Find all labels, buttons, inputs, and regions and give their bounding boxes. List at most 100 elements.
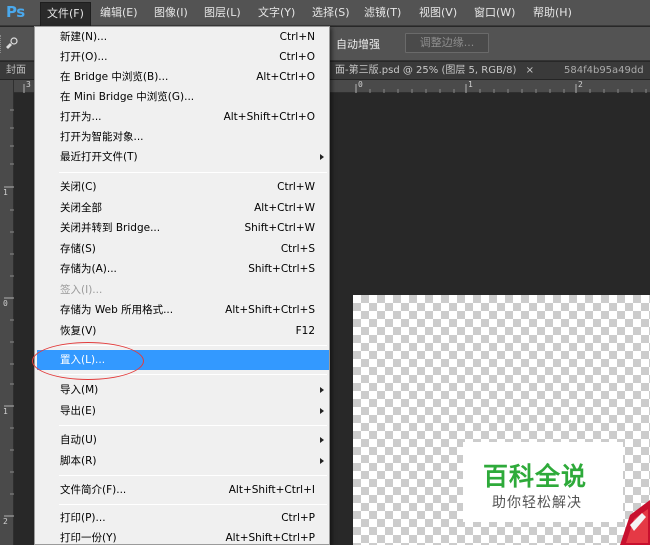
menu-type[interactable]: 文字(Y) (252, 0, 301, 26)
submenu-arrow-icon (320, 387, 324, 393)
menu-item-label: 打开(O)... (60, 51, 108, 63)
ruler-label: 3 (26, 80, 31, 89)
menu-item-shortcut: Alt+Shift+Ctrl+O (223, 111, 315, 123)
menu-separator (59, 374, 327, 375)
menu-item-close-and-go-to-bridge[interactable]: 关闭并转到 Bridge... Shift+Ctrl+W (35, 218, 329, 238)
menu-item-shortcut: Ctrl+W (277, 181, 315, 193)
submenu-arrow-icon (320, 154, 324, 160)
menu-item-label: 存储(S) (60, 243, 96, 255)
menu-item-revert[interactable]: 恢复(V) F12 (35, 321, 329, 341)
menu-item-shortcut: F12 (295, 325, 315, 337)
photoshop-logo: Ps (6, 3, 25, 21)
refine-edge-button[interactable]: 调整边缘... (405, 33, 489, 53)
tab-other-document[interactable]: 584f4b95a49dd (558, 62, 650, 80)
menu-separator (59, 475, 327, 476)
menu-image[interactable]: 图像(I) (148, 0, 194, 26)
menu-separator (59, 172, 327, 173)
menu-item-browse-in-bridge[interactable]: 在 Bridge 中浏览(B)... Alt+Ctrl+O (35, 67, 329, 87)
menu-item-browse-in-mini-bridge[interactable]: 在 Mini Bridge 中浏览(G)... (35, 87, 329, 107)
red-image-fragment (620, 500, 650, 545)
menu-item-label: 导入(M) (60, 384, 99, 396)
menu-help[interactable]: 帮助(H) (527, 0, 578, 26)
menu-item-label: 关闭全部 (60, 202, 102, 214)
menu-view[interactable]: 视图(V) (413, 0, 463, 26)
menu-item-shortcut: Alt+Ctrl+W (254, 202, 315, 214)
ruler-label: 1 (468, 80, 473, 89)
tab-current-document[interactable]: 面-第三版.psd @ 25% (图层 5, RGB/8) × (330, 62, 555, 80)
menu-filter[interactable]: 滤镜(T) (358, 0, 407, 26)
menu-item-label: 打开为... (60, 111, 102, 123)
menu-item-shortcut: Alt+Shift+Ctrl+S (225, 304, 315, 316)
menu-item-label: 打印(P)... (60, 512, 106, 524)
menu-item-save-for-web[interactable]: 存储为 Web 所用格式... Alt+Shift+Ctrl+S (35, 300, 329, 320)
menu-item-new[interactable]: 新建(N)... Ctrl+N (35, 27, 329, 47)
menu-file[interactable]: 文件(F) (40, 2, 91, 26)
menu-separator (59, 504, 327, 505)
menu-item-check-in: 签入(I)... (35, 280, 329, 300)
file-menu-dropdown: 新建(N)... Ctrl+N 打开(O)... Ctrl+O 在 Bridge… (34, 26, 330, 545)
tab-current-title: 面-第三版.psd @ 25% (图层 5, RGB/8) (335, 65, 517, 76)
menu-item-label: 脚本(R) (60, 455, 97, 467)
menu-item-save[interactable]: 存储(S) Ctrl+S (35, 239, 329, 259)
menu-item-label: 在 Bridge 中浏览(B)... (60, 71, 169, 83)
menu-item-shortcut: Ctrl+P (281, 512, 315, 524)
menu-item-close[interactable]: 关闭(C) Ctrl+W (35, 177, 329, 197)
menu-item-label: 打印一份(Y) (60, 532, 117, 544)
menu-item-export[interactable]: 导出(E) (35, 401, 329, 421)
menu-item-shortcut: Shift+Ctrl+W (244, 222, 315, 234)
menu-item-label: 打开为智能对象... (60, 131, 144, 143)
ruler-label: 1 (3, 188, 8, 197)
menu-item-place[interactable]: 置入(L)... (37, 350, 329, 370)
menu-item-scripts[interactable]: 脚本(R) (35, 451, 329, 471)
menu-item-file-info[interactable]: 文件简介(F)... Alt+Shift+Ctrl+I (35, 480, 329, 500)
menu-item-shortcut: Ctrl+O (279, 51, 315, 63)
close-icon[interactable]: × (526, 65, 534, 76)
tab-cover[interactable]: 封面 (0, 62, 34, 80)
menu-item-shortcut: Ctrl+S (280, 243, 315, 255)
menu-item-open-as-smart-object[interactable]: 打开为智能对象... (35, 127, 329, 147)
menu-item-label: 关闭(C) (60, 181, 97, 193)
menu-select[interactable]: 选择(S) (306, 0, 356, 26)
menu-item-open[interactable]: 打开(O)... Ctrl+O (35, 47, 329, 67)
menu-item-label: 最近打开文件(T) (60, 151, 138, 163)
menu-item-label: 文件简介(F)... (60, 484, 127, 496)
vertical-ruler-ticks (4, 109, 14, 517)
menu-item-label: 关闭并转到 Bridge... (60, 222, 161, 234)
menu-item-label: 存储为 Web 所用格式... (60, 304, 174, 316)
menu-item-shortcut: Ctrl+N (279, 31, 315, 43)
menu-item-open-as[interactable]: 打开为... Alt+Shift+Ctrl+O (35, 107, 329, 127)
menu-separator (59, 425, 327, 426)
menu-item-import[interactable]: 导入(M) (35, 380, 329, 400)
menu-window[interactable]: 窗口(W) (468, 0, 521, 26)
menu-item-automate[interactable]: 自动(U) (35, 430, 329, 450)
quick-selection-brush-icon[interactable] (4, 36, 18, 50)
menu-item-print-one-copy[interactable]: 打印一份(Y) Alt+Shift+Ctrl+P (35, 528, 329, 545)
watermark-title: 百科全说 (483, 462, 588, 491)
menu-item-label: 导出(E) (60, 405, 96, 417)
menu-item-label: 签入(I)... (60, 284, 103, 296)
watermark-subtitle: 助你轻松解决 (492, 495, 582, 511)
vertical-ruler: 1 0 1 2 (0, 80, 14, 545)
menu-separator (59, 345, 327, 346)
menu-layer[interactable]: 图层(L) (198, 0, 247, 26)
menu-edit[interactable]: 编辑(E) (94, 0, 144, 26)
menu-item-label: 在 Mini Bridge 中浏览(G)... (60, 91, 195, 103)
menu-item-open-recent[interactable]: 最近打开文件(T) (35, 147, 329, 167)
menu-item-label: 存储为(A)... (60, 263, 117, 275)
ruler-label: 0 (358, 80, 363, 89)
ruler-label: 0 (3, 299, 8, 308)
ruler-label: 2 (3, 517, 8, 526)
submenu-arrow-icon (320, 458, 324, 464)
auto-enhance-label[interactable]: 自动增强 (336, 36, 380, 52)
menu-item-close-all[interactable]: 关闭全部 Alt+Ctrl+W (35, 198, 329, 218)
submenu-arrow-icon (320, 408, 324, 414)
ruler-label: 2 (578, 80, 583, 89)
menu-item-label: 新建(N)... (60, 31, 108, 43)
menu-item-shortcut: Shift+Ctrl+S (248, 263, 315, 275)
menu-item-shortcut: Alt+Ctrl+O (256, 71, 315, 83)
options-grip[interactable] (0, 35, 2, 53)
menu-item-shortcut: Alt+Shift+Ctrl+I (228, 484, 315, 496)
menu-item-print[interactable]: 打印(P)... Ctrl+P (35, 508, 329, 528)
menu-item-save-as[interactable]: 存储为(A)... Shift+Ctrl+S (35, 259, 329, 279)
menu-bar: Ps 文件(F) 编辑(E) 图像(I) 图层(L) 文字(Y) 选择(S) 滤… (0, 0, 650, 26)
